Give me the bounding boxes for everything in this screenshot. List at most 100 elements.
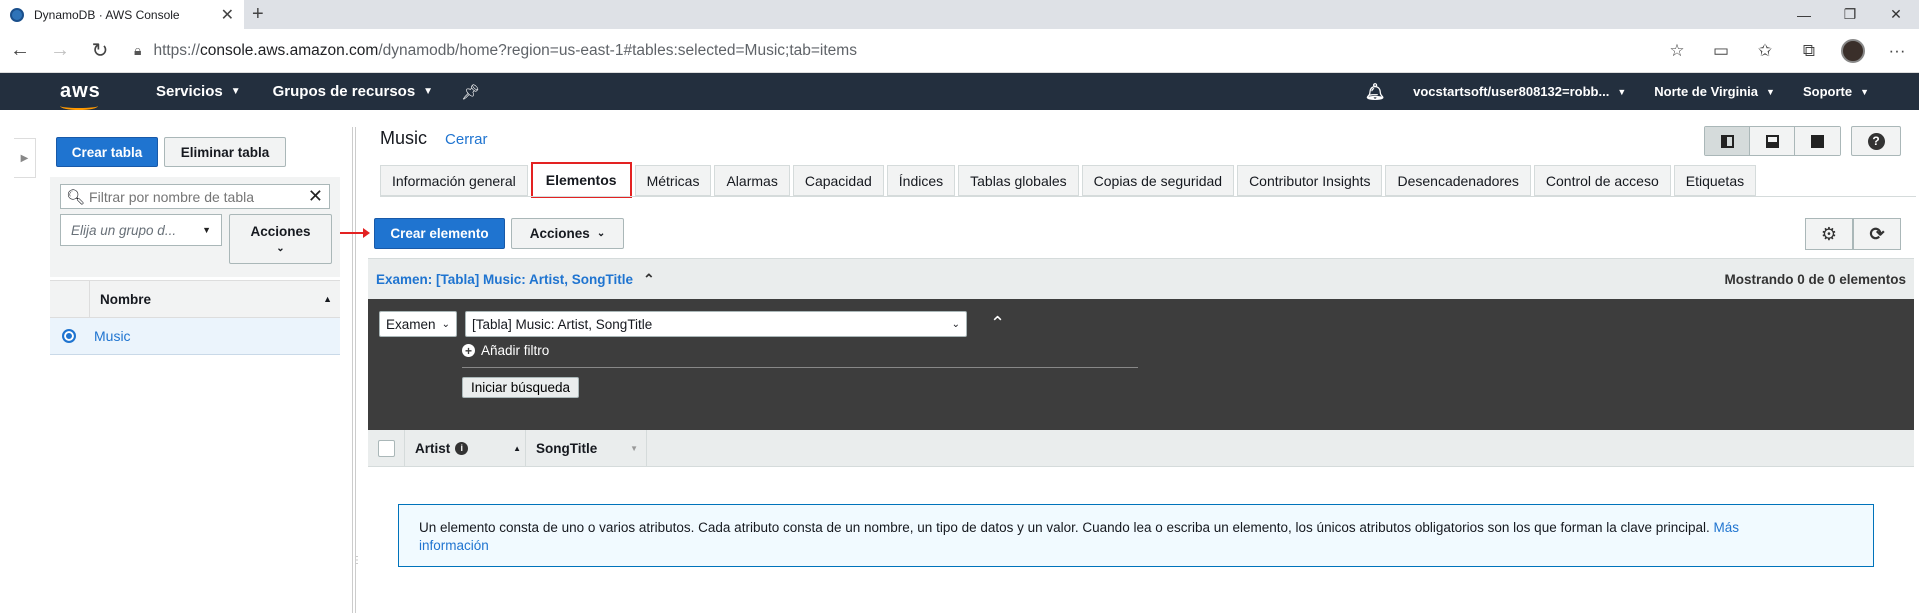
scan-title: Examen: [Tabla] Music: Artist, SongTitle bbox=[376, 271, 634, 287]
bell-icon[interactable]: 🔔︎ bbox=[1365, 82, 1385, 102]
address-bar: ← → ↻ 🔒︎ https://console.aws.amazon.com /… bbox=[0, 29, 1919, 73]
tab-copias-seguridad[interactable]: Copias de seguridad bbox=[1081, 165, 1235, 196]
back-icon[interactable]: ← bbox=[0, 31, 40, 71]
profile-avatar[interactable] bbox=[1831, 38, 1875, 63]
refresh-icon[interactable]: ↻ bbox=[80, 31, 120, 71]
close-window-icon[interactable]: ✕ bbox=[1873, 0, 1919, 29]
more-info-link-cont[interactable]: información bbox=[419, 538, 489, 553]
fullscreen-icon[interactable] bbox=[1795, 127, 1840, 155]
scan-type-value: Examen bbox=[386, 316, 436, 332]
table-tabs: Información general Elementos Métricas A… bbox=[380, 162, 1759, 198]
services-menu[interactable]: Servicios ▼ bbox=[156, 83, 241, 100]
close-link[interactable]: Cerrar bbox=[445, 131, 488, 148]
chevron-down-icon: ⌄ bbox=[441, 318, 450, 330]
tab-tablas-globales[interactable]: Tablas globales bbox=[958, 165, 1079, 196]
lock-icon: 🔒︎ bbox=[134, 42, 142, 58]
region-menu[interactable]: Norte de Virginia ▼ bbox=[1654, 84, 1775, 99]
browser-tabstrip: DynamoDB · AWS Console ✕ + — ❐ ✕ bbox=[0, 0, 1919, 29]
group-select-placeholder: Elija un grupo d... bbox=[71, 222, 177, 238]
browser-tab[interactable]: DynamoDB · AWS Console ✕ bbox=[0, 0, 244, 29]
tab-elementos[interactable]: Elementos bbox=[530, 162, 632, 198]
header-right: 🔔︎ vocstartsoft/user808132=robb... ▼ Nort… bbox=[1337, 82, 1869, 102]
tab-desencadenadores[interactable]: Desencadenadores bbox=[1385, 165, 1531, 196]
table-row[interactable]: Music bbox=[50, 318, 340, 355]
table-filter-input[interactable] bbox=[89, 188, 308, 205]
clear-icon[interactable]: ✕ bbox=[308, 186, 329, 207]
sort-up-icon[interactable]: ▲ bbox=[323, 294, 340, 304]
item-toolbar-right: ⚙ ⟳ bbox=[1805, 218, 1901, 250]
table-list-header: Nombre ▲ bbox=[50, 280, 340, 318]
table-name-link[interactable]: Music bbox=[94, 328, 131, 344]
favorite-star-icon[interactable]: ☆ bbox=[1655, 41, 1699, 61]
minimize-icon[interactable]: — bbox=[1781, 0, 1827, 29]
create-item-button[interactable]: Crear elemento bbox=[374, 218, 505, 249]
split-vertical-icon[interactable] bbox=[1705, 127, 1750, 155]
tab-metricas[interactable]: Métricas bbox=[634, 165, 712, 196]
account-menu[interactable]: vocstartsoft/user808132=robb... ▼ bbox=[1413, 84, 1626, 99]
help-button[interactable]: ? bbox=[1851, 126, 1901, 156]
tab-control-acceso[interactable]: Control de acceso bbox=[1533, 165, 1671, 196]
url-prefix: https:// bbox=[153, 41, 200, 59]
actions-button[interactable]: Acciones ⌄ bbox=[511, 218, 624, 249]
browser-tools: ☆ ▭ ✩ ⧉ ··· bbox=[1655, 38, 1919, 63]
group-select[interactable]: Elija un grupo d... ▼ bbox=[60, 214, 222, 246]
scan-title-toggle[interactable]: Examen: [Tabla] Music: Artist, SongTitle… bbox=[376, 271, 655, 288]
tab-indices[interactable]: Índices bbox=[886, 165, 956, 196]
collections-icon[interactable]: ⧉ bbox=[1787, 41, 1831, 61]
column-artist-label: Artist bbox=[415, 440, 451, 456]
column-artist[interactable]: Artist i ▲ bbox=[405, 441, 525, 456]
pin-icon[interactable]: 📌︎ bbox=[461, 83, 480, 101]
tab-alarmas[interactable]: Alarmas bbox=[714, 165, 790, 196]
favorites-icon[interactable]: ✩ bbox=[1743, 41, 1787, 61]
tab-capacidad[interactable]: Capacidad bbox=[792, 165, 884, 196]
column-songtitle[interactable]: SongTitle ▼ bbox=[526, 441, 646, 456]
collapse-scan-icon[interactable]: ⌃ bbox=[990, 313, 1005, 334]
table-radio[interactable] bbox=[62, 329, 76, 343]
search-icon: 🔍︎ bbox=[66, 188, 86, 206]
reading-view-icon[interactable]: ▭ bbox=[1699, 41, 1743, 61]
close-tab-icon[interactable]: ✕ bbox=[221, 5, 234, 25]
browser-tab-title: DynamoDB · AWS Console bbox=[34, 7, 180, 22]
filter-divider bbox=[462, 367, 1138, 368]
more-icon[interactable]: ··· bbox=[1875, 41, 1919, 61]
chevron-down-icon: ▼ bbox=[230, 86, 241, 97]
forward-icon[interactable]: → bbox=[40, 31, 80, 71]
create-table-button[interactable]: Crear tabla bbox=[56, 137, 158, 167]
scan-target-select[interactable]: [Tabla] Music: Artist, SongTitle ⌄ bbox=[465, 311, 967, 337]
resource-groups-menu[interactable]: Grupos de recursos ▼ bbox=[273, 83, 433, 100]
split-horizontal-icon[interactable] bbox=[1750, 127, 1795, 155]
column-songtitle-label: SongTitle bbox=[536, 440, 598, 456]
scan-type-select[interactable]: Examen ⌄ bbox=[379, 311, 457, 337]
settings-gear-icon[interactable]: ⚙ bbox=[1805, 218, 1853, 250]
splitter-grip-icon: ⋮ bbox=[352, 555, 362, 566]
actions-label: Acciones bbox=[529, 226, 590, 241]
more-info-link[interactable]: Más bbox=[1714, 520, 1740, 535]
panel-splitter[interactable]: ⋮ bbox=[352, 127, 362, 613]
page-title: Music bbox=[380, 128, 428, 148]
new-tab-icon[interactable]: + bbox=[252, 3, 264, 26]
column-name[interactable]: Nombre bbox=[90, 292, 323, 307]
header-spacer bbox=[395, 429, 405, 467]
expand-sidebar-icon[interactable]: ▶ bbox=[14, 138, 36, 178]
refresh-icon[interactable]: ⟳ bbox=[1853, 218, 1901, 250]
info-icon[interactable]: i bbox=[455, 441, 469, 455]
support-menu[interactable]: Soporte ▼ bbox=[1803, 84, 1869, 99]
restore-icon[interactable]: ❐ bbox=[1827, 0, 1873, 29]
aws-header: aws Servicios ▼ Grupos de recursos ▼ 📌︎ 🔔︎… bbox=[0, 73, 1919, 110]
scan-target-value: [Tabla] Music: Artist, SongTitle bbox=[472, 316, 653, 332]
url-field[interactable]: 🔒︎ https://console.aws.amazon.com/dynamo… bbox=[126, 36, 1649, 66]
table-filter-field[interactable]: 🔍︎ ✕ bbox=[60, 184, 330, 209]
tab-informacion-general[interactable]: Información general bbox=[380, 165, 528, 196]
left-actions-button[interactable]: Acciones ⌄ bbox=[229, 214, 332, 264]
aws-logo[interactable]: aws bbox=[0, 80, 120, 110]
tab-contributor-insights[interactable]: Contributor Insights bbox=[1237, 165, 1383, 196]
select-all-checkbox[interactable] bbox=[378, 439, 395, 457]
pointer-arrow bbox=[340, 228, 370, 238]
chevron-down-icon: ⌄ bbox=[951, 318, 960, 330]
add-filter-link[interactable]: + Añadir filtro bbox=[462, 343, 549, 358]
start-search-button[interactable]: Iniciar búsqueda bbox=[462, 377, 580, 398]
sort-down-icon: ▼ bbox=[630, 443, 638, 453]
delete-table-button[interactable]: Eliminar tabla bbox=[164, 137, 286, 167]
tab-etiquetas[interactable]: Etiquetas bbox=[1673, 165, 1757, 196]
dynamodb-favicon-icon bbox=[10, 7, 24, 22]
